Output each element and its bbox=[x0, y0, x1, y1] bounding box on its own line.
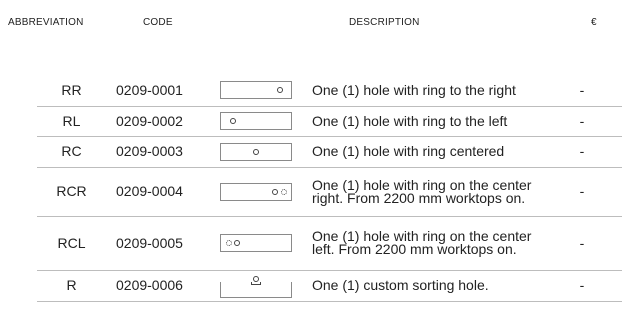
description-cell: One (1) hole with ring centered bbox=[308, 136, 542, 168]
description-cell: One (1) hole with ring to the right bbox=[308, 75, 542, 107]
table-row: R 0209-0006 One (1) custom sorting hole.… bbox=[37, 270, 622, 302]
abbreviation-cell: RCL bbox=[37, 216, 106, 271]
price-cell: - bbox=[542, 167, 622, 217]
table-row: RC 0209-0003 One (1) hole with ring cent… bbox=[37, 136, 622, 168]
abbreviation-cell: RL bbox=[37, 106, 106, 137]
abbreviation-cell: RC bbox=[37, 136, 106, 168]
code-cell: 0209-0005 bbox=[106, 216, 220, 271]
ring-center-right-icon bbox=[220, 182, 292, 201]
code-cell: 0209-0001 bbox=[106, 75, 220, 107]
price-cell: - bbox=[542, 270, 622, 302]
code-cell: 0209-0006 bbox=[106, 270, 220, 302]
table-row: RCL 0209-0005 One (1) hole with ring on … bbox=[37, 216, 622, 271]
description-cell: One (1) hole with ring to the left bbox=[308, 106, 542, 137]
diagram-cell bbox=[220, 216, 308, 271]
header-description: DESCRIPTION bbox=[349, 17, 420, 28]
description-cell: One (1) hole with ring on the center lef… bbox=[308, 216, 542, 271]
ring-center-left-icon bbox=[220, 234, 292, 252]
price-cell: - bbox=[542, 136, 622, 168]
diagram-cell bbox=[220, 75, 308, 107]
table-row: RCR 0209-0004 One (1) hole with ring on … bbox=[37, 167, 622, 217]
header-code: CODE bbox=[143, 17, 173, 28]
header-abbreviation: ABBREVIATION bbox=[8, 17, 84, 28]
ring-center-icon bbox=[220, 142, 292, 161]
code-cell: 0209-0004 bbox=[106, 167, 220, 217]
description-cell: One (1) custom sorting hole. bbox=[308, 270, 542, 302]
ring-right-icon bbox=[220, 81, 292, 100]
header-price: € bbox=[591, 17, 597, 28]
diagram-cell bbox=[220, 270, 308, 302]
diagram-cell bbox=[220, 106, 308, 137]
description-cell: One (1) hole with ring on the center rig… bbox=[308, 167, 542, 217]
diagram-cell bbox=[220, 136, 308, 168]
ring-left-icon bbox=[220, 112, 292, 130]
product-table: RR 0209-0001 One (1) hole with ring to t… bbox=[37, 75, 622, 302]
table-row: RR 0209-0001 One (1) hole with ring to t… bbox=[37, 75, 622, 107]
diagram-cell bbox=[220, 167, 308, 217]
table-row: RL 0209-0002 One (1) hole with ring to t… bbox=[37, 106, 622, 137]
custom-sorting-hole-icon bbox=[220, 276, 292, 298]
abbreviation-cell: RR bbox=[37, 75, 106, 107]
code-cell: 0209-0003 bbox=[106, 136, 220, 168]
price-cell: - bbox=[542, 216, 622, 271]
code-cell: 0209-0002 bbox=[106, 106, 220, 137]
abbreviation-cell: RCR bbox=[37, 167, 106, 217]
price-cell: - bbox=[542, 106, 622, 137]
abbreviation-cell: R bbox=[37, 270, 106, 302]
price-cell: - bbox=[542, 75, 622, 107]
